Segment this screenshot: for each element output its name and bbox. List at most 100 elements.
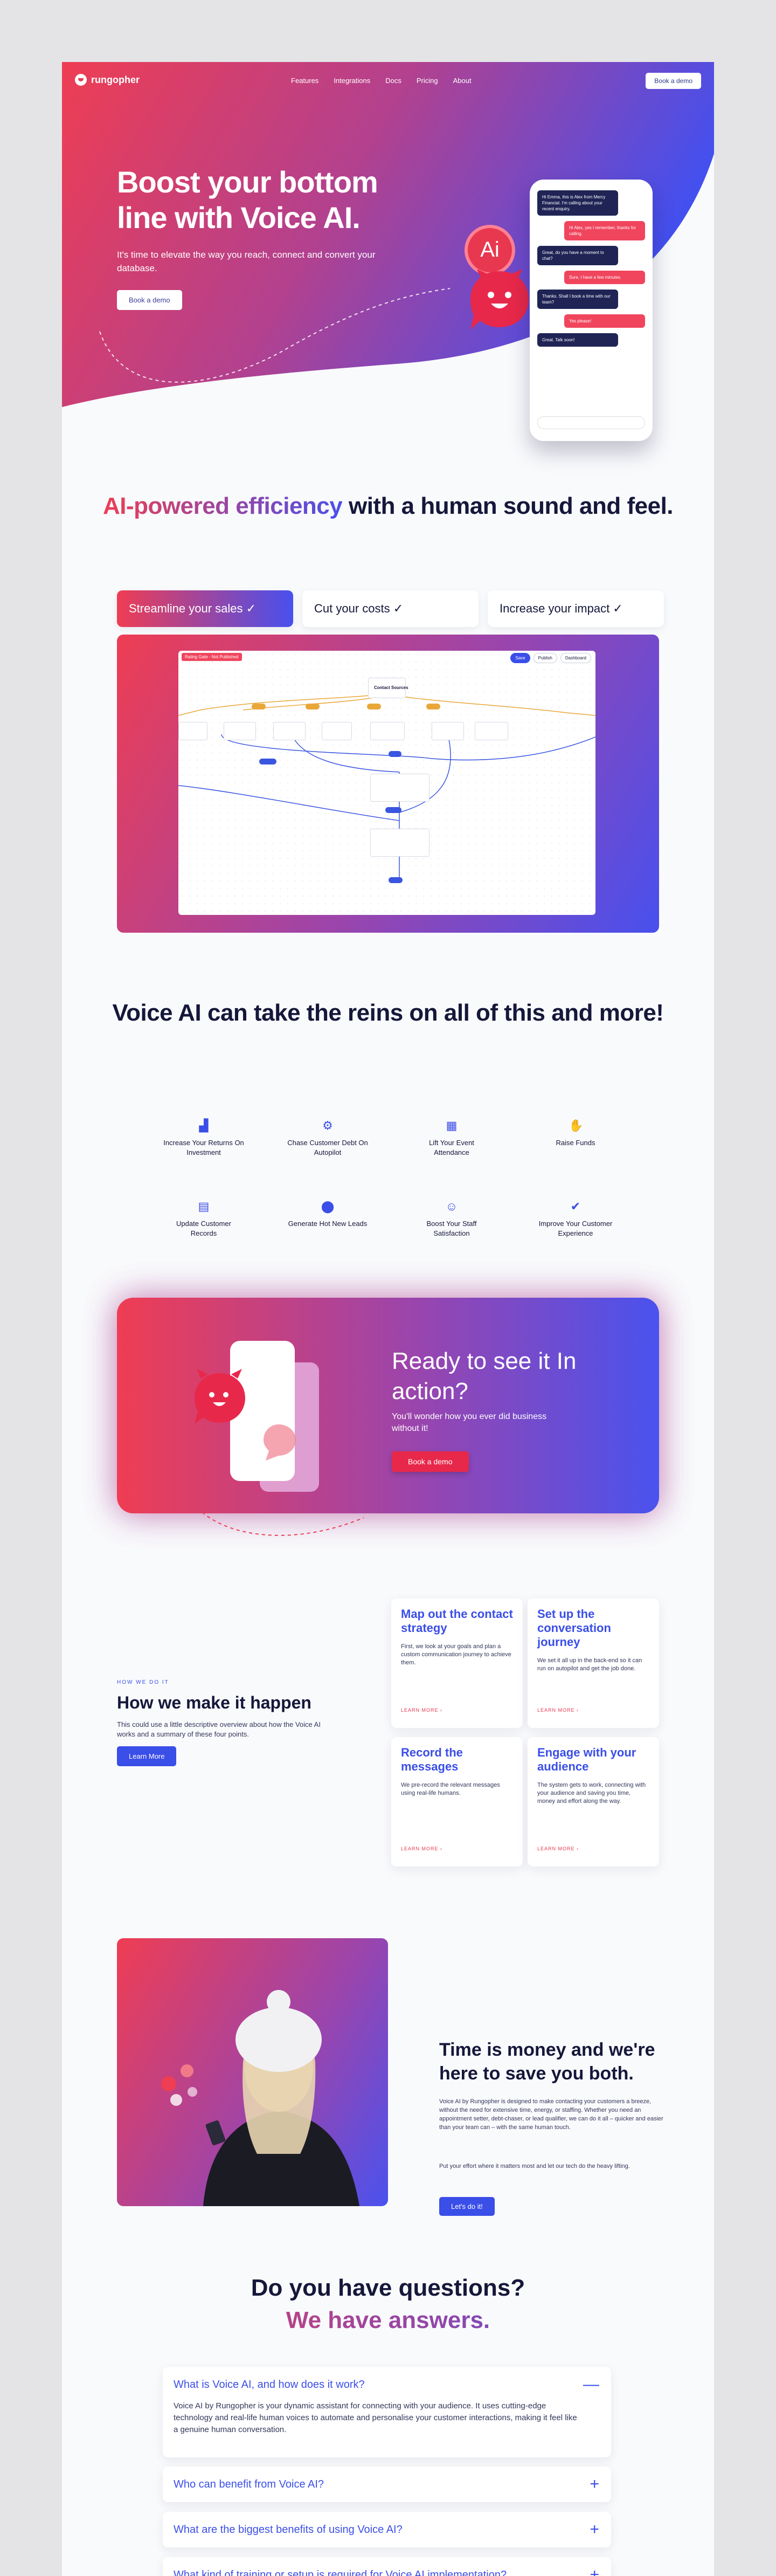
- nav-book-demo-button[interactable]: Book a demo: [646, 73, 701, 89]
- hero-book-demo-button[interactable]: Book a demo: [117, 290, 182, 310]
- step-card-learn-more-link[interactable]: LEARN MORE ›: [537, 1846, 579, 1851]
- faq-question[interactable]: Who can benefit from Voice AI?: [174, 2478, 324, 2491]
- efficiency-title-rest: with a human sound and feel.: [342, 493, 674, 519]
- faq-item[interactable]: What are the biggest benefits of using V…: [163, 2512, 611, 2547]
- flow-condition-pill: [252, 704, 266, 710]
- time-title: Time is money and we're here to save you…: [439, 2040, 655, 2084]
- faq-title-line1: Do you have questions?: [251, 2275, 525, 2301]
- plus-icon[interactable]: +: [590, 2522, 599, 2538]
- nav-link-about[interactable]: About: [453, 77, 472, 85]
- location-pin-icon: ⬤: [321, 1200, 335, 1213]
- nav-link-features[interactable]: Features: [291, 77, 318, 85]
- step-card[interactable]: Record the messages We pre-record the re…: [391, 1737, 523, 1866]
- plus-icon[interactable]: +: [590, 2476, 599, 2492]
- how-learn-more-button[interactable]: Learn More: [117, 1746, 177, 1766]
- step-card-title: Engage with your audience: [537, 1746, 636, 1773]
- flow-action-pill: [385, 807, 401, 813]
- hero-title: Boost your bottom line with Voice AI.: [117, 165, 378, 235]
- cta-banner: Ready to see it In action? You'll wonder…: [117, 1298, 659, 1513]
- flow-action-pill: [389, 751, 401, 757]
- step-card-title: Set up the conversation journey: [537, 1607, 611, 1649]
- feature-label: Increase Your Returns On Investment: [163, 1139, 244, 1156]
- efficiency-title: AI-powered efficiency with a human sound…: [62, 491, 714, 522]
- step-card[interactable]: Engage with your audience The system get…: [528, 1737, 659, 1866]
- phone-mockup: Hi Emma, this is Alex from Mercy Financi…: [530, 180, 653, 441]
- tab-cut-costs[interactable]: Cut your costs ✓: [302, 590, 479, 627]
- flow-condition-pill: [306, 704, 320, 710]
- flow-action-pill: [389, 877, 403, 883]
- feature-label: Update Customer Records: [176, 1220, 231, 1237]
- flow-node[interactable]: [322, 722, 352, 740]
- step-card-text: We pre-record the relevant messages usin…: [401, 1782, 500, 1796]
- feature-item: ▤ Update Customer Records: [142, 1200, 266, 1238]
- flow-builder-panel: Rating Gate - Not Published Save Publish…: [117, 635, 659, 933]
- tab-streamline-sales[interactable]: Streamline your sales ✓: [117, 590, 293, 627]
- step-card-text: First, we look at your goals and plan a …: [401, 1643, 511, 1666]
- step-card-title: Map out the contact strategy: [401, 1607, 513, 1635]
- feature-label: Chase Customer Debt On Autopilot: [287, 1139, 368, 1156]
- woman-phone-photo: [117, 1938, 388, 2206]
- step-card-learn-more-link[interactable]: LEARN MORE ›: [401, 1707, 442, 1713]
- team-icon: ☺: [445, 1200, 458, 1213]
- nav-link-pricing[interactable]: Pricing: [417, 77, 438, 85]
- flow-node[interactable]: [370, 722, 405, 740]
- feature-item: ⬤ Generate Hot New Leads: [266, 1200, 390, 1238]
- chat-bubble: Sure, I have a few minutes.: [564, 271, 645, 284]
- chat-bubble: Great. Talk soon!: [537, 333, 618, 347]
- flow-node[interactable]: [432, 722, 464, 740]
- calendar-icon: ▦: [446, 1119, 458, 1132]
- faq-item[interactable]: Who can benefit from Voice AI? +: [163, 2467, 611, 2502]
- feature-label: Boost Your Staff Satisfaction: [426, 1220, 477, 1237]
- how-eyebrow: HOW WE DO IT: [117, 1679, 169, 1685]
- chat-bubble: Hi Alex, yes I remember, thanks for call…: [564, 221, 645, 240]
- flow-node[interactable]: [224, 722, 256, 740]
- flow-start-title: Contact Sources: [374, 685, 408, 690]
- flow-node[interactable]: [370, 829, 429, 857]
- lets-do-it-button[interactable]: Let's do it!: [439, 2197, 495, 2216]
- chat-bubble: Great, do you have a moment to chat?: [537, 246, 618, 265]
- nav-link-docs[interactable]: Docs: [385, 77, 401, 85]
- hero-section: rungopher Features Integrations Docs Pri…: [62, 62, 714, 441]
- faq-item[interactable]: What is Voice AI, and how does it work? …: [163, 2367, 611, 2457]
- step-card-learn-more-link[interactable]: LEARN MORE ›: [537, 1707, 579, 1713]
- feature-item: ▦ Lift Your Event Attendance: [390, 1119, 514, 1158]
- flow-node[interactable]: [178, 722, 207, 740]
- cta-book-demo-button[interactable]: Book a demo: [392, 1451, 469, 1472]
- cta-dashed-curve: [202, 1512, 364, 1536]
- step-card[interactable]: Set up the conversation journey We set i…: [528, 1599, 659, 1728]
- flow-canvas: Rating Gate - Not Published Save Publish…: [178, 651, 595, 915]
- chat-bubble: Yes please!: [564, 314, 645, 328]
- how-description: This could use a little descriptive over…: [117, 1720, 321, 1738]
- step-card-text: The system gets to work, connecting with…: [537, 1782, 646, 1804]
- faq-question[interactable]: What are the biggest benefits of using V…: [174, 2524, 403, 2536]
- flow-node[interactable]: [273, 722, 306, 740]
- flow-action-pill: [259, 759, 276, 764]
- benefit-tabs: Streamline your sales ✓ Cut your costs ✓…: [117, 590, 664, 627]
- faq-question[interactable]: What is Voice AI, and how does it work?: [174, 2379, 365, 2391]
- woman-illustration: [161, 1990, 359, 2206]
- efficiency-title-accent: AI-powered efficiency: [102, 493, 343, 519]
- faq-title-line2: We have answers.: [62, 2305, 714, 2336]
- nav-link-integrations[interactable]: Integrations: [334, 77, 370, 85]
- chat-bubble: Hi Emma, this is Alex from Mercy Financi…: [537, 190, 618, 216]
- tab-increase-impact[interactable]: Increase your impact ✓: [488, 590, 664, 627]
- phone-mascot-illustration: [195, 1341, 319, 1492]
- cta-subtitle: You'll wonder how you ever did business …: [392, 1412, 547, 1433]
- brand-logo[interactable]: rungopher: [75, 74, 140, 86]
- faq-question[interactable]: What kind of training or setup is requir…: [174, 2569, 507, 2576]
- feature-item: ▟ Increase Your Returns On Investment: [142, 1119, 266, 1158]
- chart-icon: ▟: [199, 1119, 209, 1132]
- step-card[interactable]: Map out the contact strategy First, we l…: [391, 1599, 523, 1728]
- step-card-learn-more-link[interactable]: LEARN MORE ›: [401, 1846, 442, 1851]
- phone-message-input: [537, 416, 645, 429]
- mascot-bubble-icon: [470, 269, 529, 329]
- flow-node[interactable]: [475, 722, 508, 740]
- faq-item[interactable]: What kind of training or setup is requir…: [163, 2557, 611, 2576]
- feature-label: Generate Hot New Leads: [288, 1220, 368, 1228]
- gear-icon: ⚙: [322, 1119, 333, 1132]
- time-paragraph: Voice AI by Rungopher is designed to mak…: [439, 2098, 663, 2131]
- plus-icon[interactable]: +: [590, 2567, 599, 2576]
- flow-node[interactable]: [370, 774, 429, 802]
- minus-icon[interactable]: —: [583, 2377, 599, 2393]
- logo-mark-icon: [75, 74, 87, 86]
